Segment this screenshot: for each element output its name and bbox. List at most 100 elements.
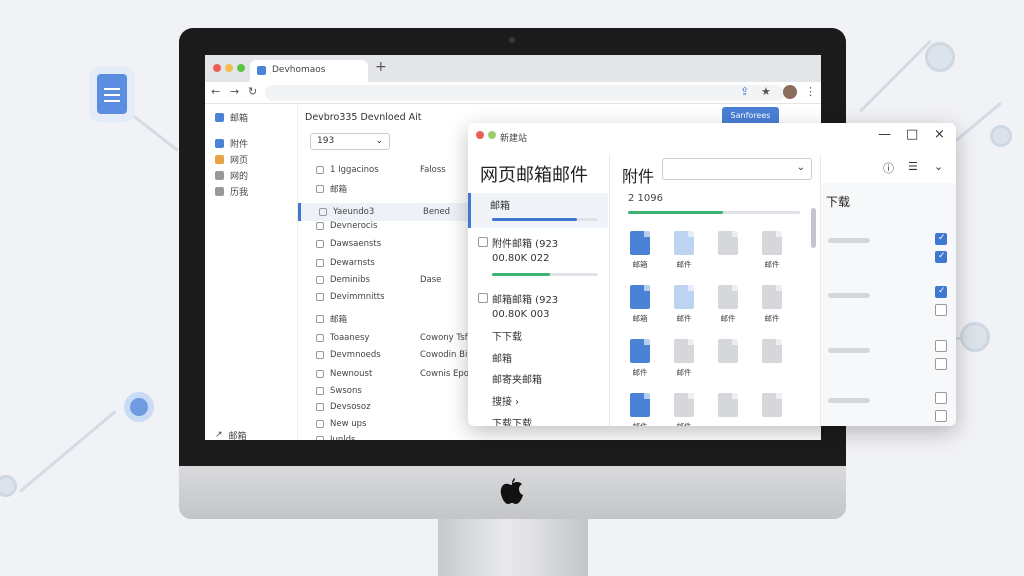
- list-item[interactable]: New ups: [316, 419, 420, 429]
- bookmark-star-icon[interactable]: ★: [761, 85, 771, 98]
- browser-tab[interactable]: Devhomaos: [250, 60, 368, 82]
- file-icon[interactable]: [630, 285, 650, 309]
- row-checkbox[interactable]: [316, 276, 324, 284]
- file-icon[interactable]: [718, 231, 738, 255]
- folder-item[interactable]: 邮箱: [492, 350, 512, 365]
- folder-item[interactable]: 邮箱邮箱 (923: [492, 291, 558, 306]
- sidebar-item[interactable]: 网的: [215, 168, 248, 182]
- download-checkbox[interactable]: [935, 251, 947, 263]
- version-select[interactable]: 193 ⌄: [310, 133, 390, 150]
- folder-item[interactable]: 下下载: [492, 328, 522, 343]
- sidebar-item[interactable]: 附件: [215, 136, 248, 150]
- file-icon[interactable]: [674, 339, 694, 363]
- folder-item[interactable]: 邮寄夹邮箱: [492, 371, 542, 386]
- file-icon[interactable]: [674, 285, 694, 309]
- list-item[interactable]: Dawsaensts: [316, 239, 420, 249]
- sidebar-item[interactable]: 邮箱: [215, 110, 248, 124]
- file-icon[interactable]: [762, 339, 782, 363]
- sidebar-footer[interactable]: ↗ 邮箱: [215, 428, 247, 440]
- list-item[interactable]: 邮箱: [316, 313, 420, 325]
- file-icon[interactable]: [762, 285, 782, 309]
- folder-item[interactable]: 邮箱: [490, 197, 510, 212]
- list-item[interactable]: Devnerocis: [316, 221, 420, 231]
- scrollbar[interactable]: [811, 208, 816, 248]
- maximize-dot[interactable]: [237, 64, 245, 72]
- close-dot[interactable]: [476, 131, 484, 139]
- list-item[interactable]: Devmnoeds Cowodin Bits: [316, 350, 475, 360]
- file-icon[interactable]: [762, 231, 782, 255]
- menu-icon[interactable]: ⋮: [805, 85, 816, 98]
- row-checkbox[interactable]: [316, 259, 324, 267]
- minimize-dot[interactable]: [225, 64, 233, 72]
- file-icon[interactable]: [630, 231, 650, 255]
- folder-item-label: 下下载: [492, 332, 522, 343]
- list-item[interactable]: Deminibs Dase: [316, 275, 441, 285]
- row-checkbox[interactable]: [319, 208, 327, 216]
- window-minimize-button[interactable]: —: [878, 127, 891, 142]
- minimize-dot[interactable]: [488, 131, 496, 139]
- download-checkbox[interactable]: [935, 304, 947, 316]
- download-checkbox[interactable]: [935, 358, 947, 370]
- list-item[interactable]: Newnoust Cownis Epot: [316, 369, 472, 379]
- info-icon[interactable]: ⓘ: [883, 160, 894, 176]
- list-item[interactable]: Devsosoz: [316, 402, 420, 412]
- row-checkbox[interactable]: [316, 222, 324, 230]
- sidebar-item[interactable]: 历我: [215, 184, 248, 198]
- folder-checkbox[interactable]: [478, 237, 488, 247]
- row-checkbox[interactable]: [316, 436, 324, 440]
- download-checkbox[interactable]: [935, 340, 947, 352]
- row-checkbox[interactable]: [316, 240, 324, 248]
- folder-item[interactable]: 附件邮箱 (923: [492, 235, 558, 250]
- attachment-filter-select[interactable]: ⌄: [662, 158, 812, 180]
- favicon-icon: [257, 66, 266, 75]
- row-checkbox[interactable]: [316, 403, 324, 411]
- window-maximize-button[interactable]: □: [906, 127, 918, 142]
- folder-item[interactable]: 搜接 ›: [492, 393, 519, 408]
- file-icon[interactable]: [718, 393, 738, 417]
- folder-checkbox[interactable]: [478, 293, 488, 303]
- row-checkbox[interactable]: [316, 315, 324, 323]
- avatar[interactable]: [783, 85, 797, 99]
- window-close-button[interactable]: ×: [934, 127, 945, 142]
- list-item[interactable]: Toaanesy Cowony Tsfs: [316, 333, 472, 343]
- reload-button[interactable]: ↻: [248, 85, 257, 98]
- file-icon[interactable]: [630, 339, 650, 363]
- back-button[interactable]: ←: [211, 85, 220, 98]
- attachments-count: 2 1096: [628, 193, 663, 204]
- file-icon[interactable]: [674, 393, 694, 417]
- list-item[interactable]: Junlds: [316, 435, 420, 440]
- row-checkbox[interactable]: [316, 387, 324, 395]
- row-checkbox[interactable]: [316, 351, 324, 359]
- close-dot[interactable]: [213, 64, 221, 72]
- download-checkbox[interactable]: [935, 392, 947, 404]
- list-item[interactable]: Swsons: [316, 386, 420, 396]
- file-icon[interactable]: [762, 393, 782, 417]
- sidebar-item[interactable]: 网页: [215, 152, 248, 166]
- share-icon[interactable]: ⇪: [740, 85, 749, 98]
- list-item[interactable]: 1 Iggacinos Faloss: [316, 165, 446, 175]
- list-icon[interactable]: ☰: [908, 160, 918, 173]
- url-input[interactable]: [265, 85, 785, 101]
- list-item[interactable]: Dewarnsts: [316, 258, 420, 268]
- row-checkbox[interactable]: [316, 334, 324, 342]
- new-tab-button[interactable]: +: [375, 59, 387, 75]
- row-checkbox[interactable]: [316, 185, 324, 193]
- list-item[interactable]: Devimmnitts: [316, 292, 420, 302]
- forward-button[interactable]: →: [230, 85, 239, 98]
- download-checkbox[interactable]: [935, 410, 947, 422]
- file-icon[interactable]: [674, 231, 694, 255]
- list-item[interactable]: 邮箱: [316, 183, 420, 195]
- file-icon[interactable]: [630, 393, 650, 417]
- row-checkbox[interactable]: [316, 166, 324, 174]
- row-checkbox[interactable]: [316, 293, 324, 301]
- file-icon[interactable]: [718, 285, 738, 309]
- file-icon[interactable]: [718, 339, 738, 363]
- folder-item-detail[interactable]: 00.80K 022: [492, 253, 549, 264]
- download-checkbox[interactable]: [935, 286, 947, 298]
- row-checkbox[interactable]: [316, 420, 324, 428]
- folder-item-detail[interactable]: 00.80K 003: [492, 309, 549, 320]
- download-checkbox[interactable]: [935, 233, 947, 245]
- row-checkbox[interactable]: [316, 370, 324, 378]
- chevron-down-icon[interactable]: ⌄: [934, 160, 943, 173]
- folder-item[interactable]: 下载下载: [492, 415, 532, 426]
